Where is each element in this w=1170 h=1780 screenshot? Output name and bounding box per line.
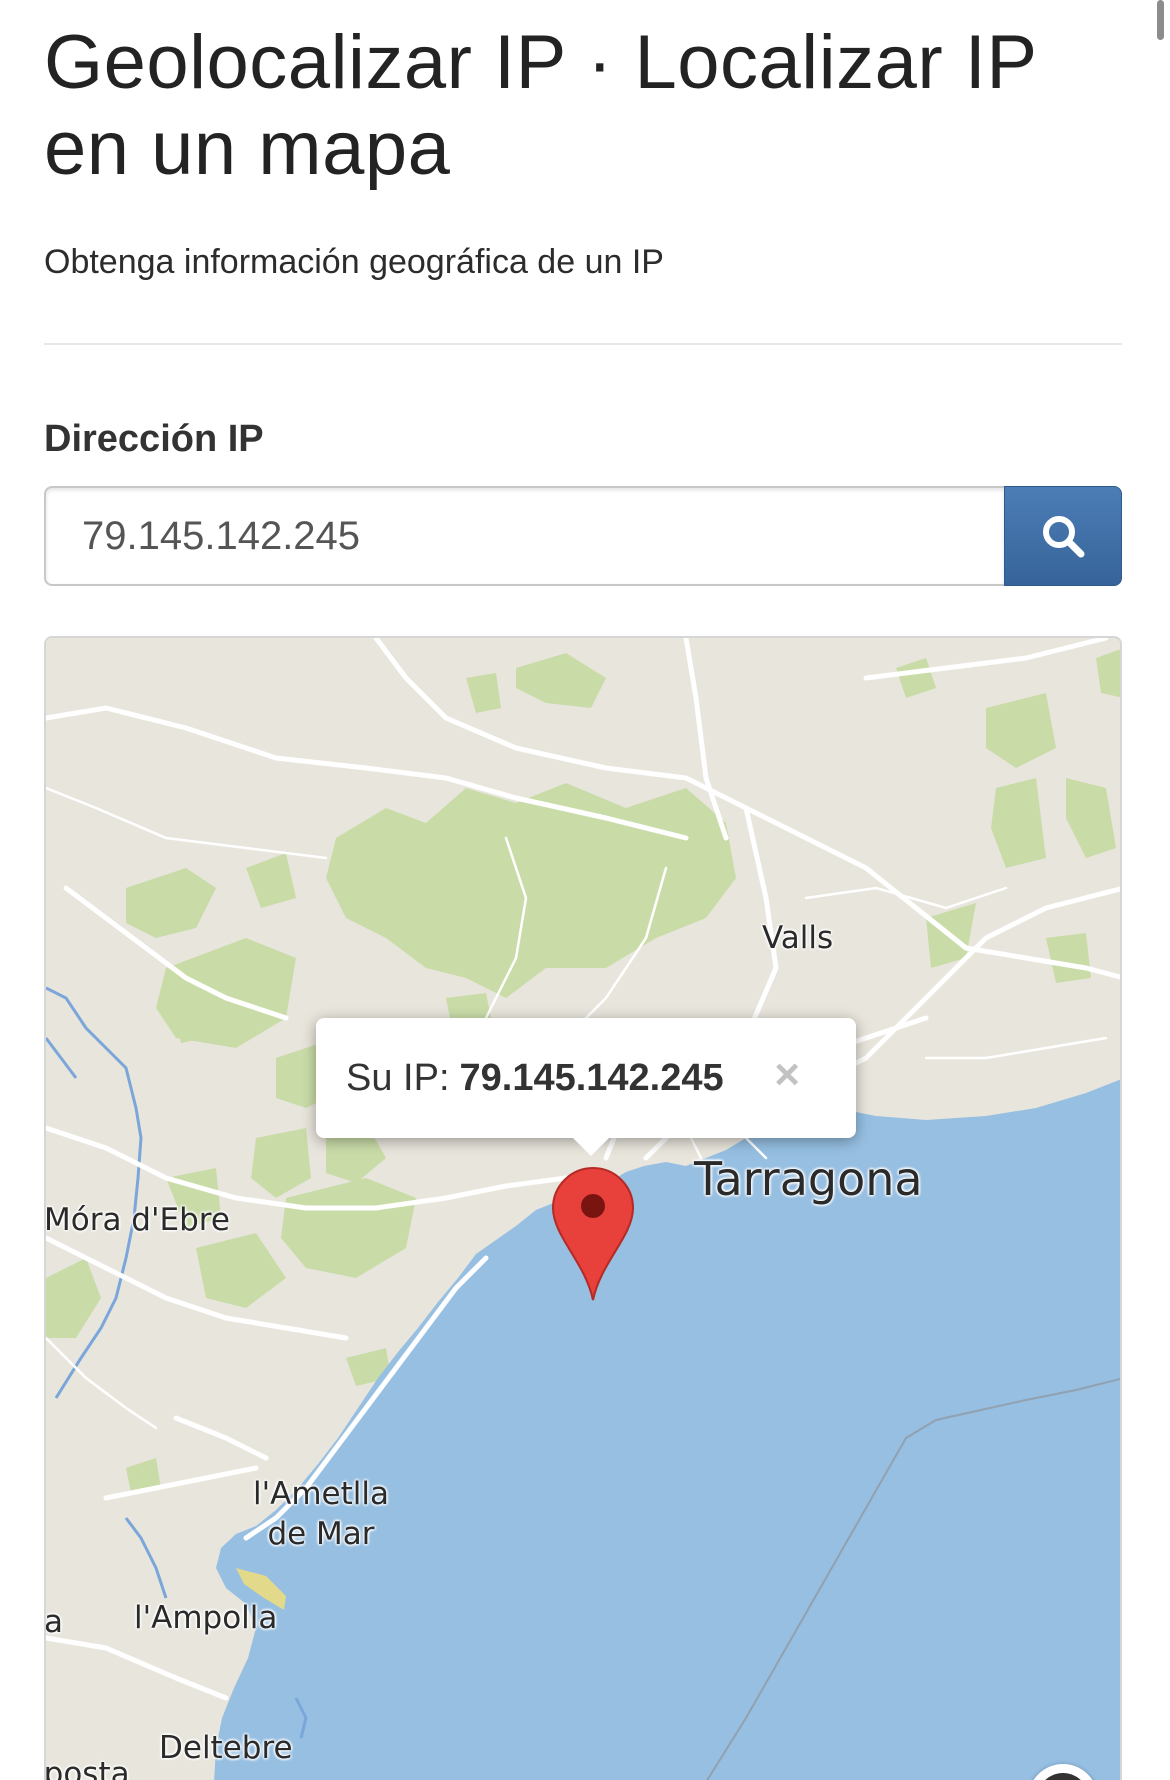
place-label-deltebre: Deltebre	[159, 1730, 293, 1766]
place-label-partial-a: a	[44, 1604, 63, 1640]
page-title: Geolocalizar IP · Localizar IP en un map…	[44, 20, 1037, 191]
popup-label: Su IP:	[346, 1056, 450, 1099]
map[interactable]: Valls Tarragona Móra d'Ebre l'Ametlla de…	[44, 636, 1122, 1780]
place-label-mora-debre: Móra d'Ebre	[44, 1202, 230, 1238]
place-label-partial-aposta: nposta	[44, 1756, 130, 1780]
place-label-ampolla: l'Ampolla	[134, 1600, 278, 1636]
place-label-ametlla-de-mar: l'Ametlla de Mar	[253, 1476, 389, 1552]
ip-input[interactable]	[44, 486, 1004, 586]
ip-popup: Su IP: 79.145.142.245 ×	[316, 1018, 856, 1156]
popup-close-button[interactable]: ×	[774, 1050, 800, 1100]
popup-tip	[571, 1136, 611, 1156]
popup-ip-value: 79.145.142.245	[459, 1056, 724, 1099]
place-label-tarragona: Tarragona	[694, 1152, 923, 1206]
place-label-valls: Valls	[762, 920, 834, 956]
divider	[44, 343, 1122, 345]
ip-field-label: Dirección IP	[44, 418, 264, 460]
page-subtitle: Obtenga información geográfica de un IP	[44, 243, 664, 281]
map-pin-icon[interactable]	[551, 1166, 635, 1302]
info-icon: i	[1037, 1773, 1089, 1780]
search-icon	[1043, 516, 1085, 558]
search-button[interactable]	[1004, 486, 1122, 586]
page-scrollbar[interactable]	[1157, 0, 1164, 40]
